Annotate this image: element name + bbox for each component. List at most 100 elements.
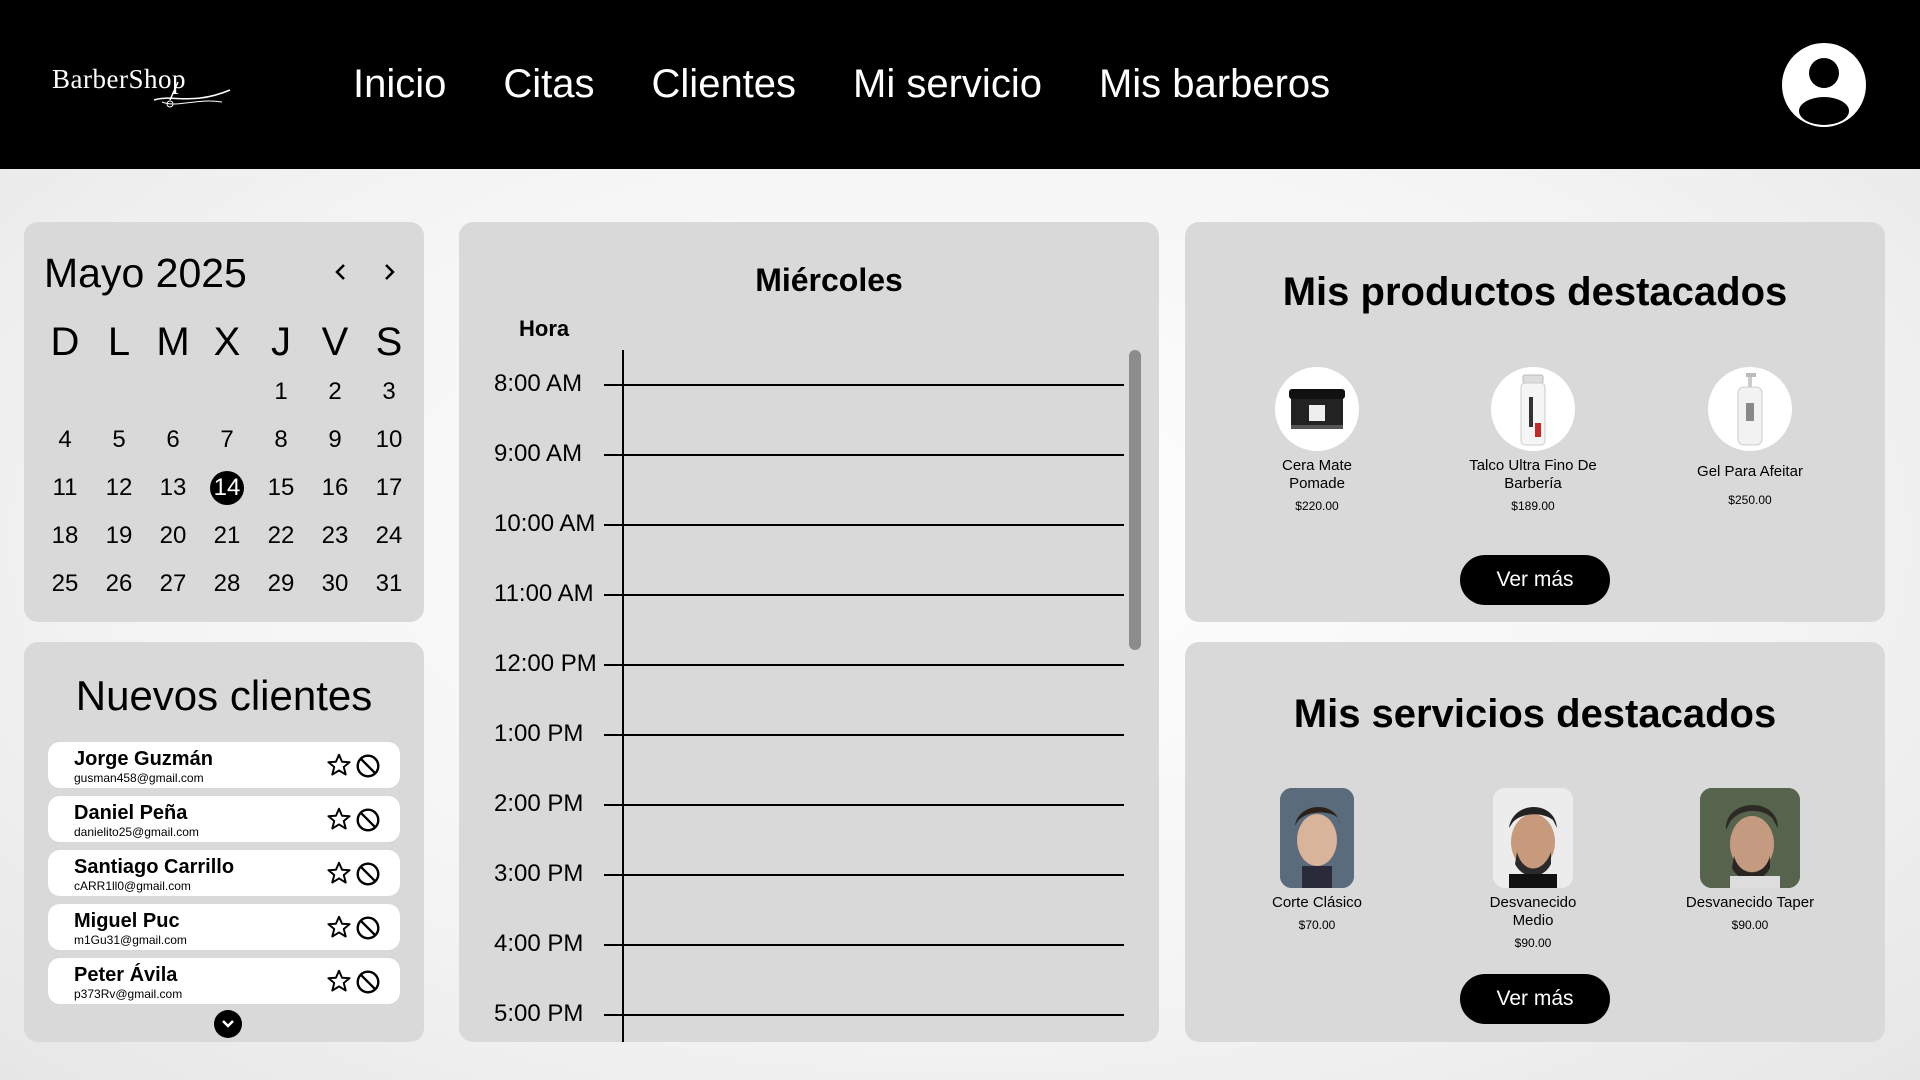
calendar-days: 1 2 3 4 5 6 7 8 9 10 11 12 13 14 15 16 17 18 19 20 21 22 23 24 2… <box>38 368 416 608</box>
calendar-day[interactable]: 29 <box>254 560 308 608</box>
client-row[interactable]: Daniel Peña danielito25@gmail.com <box>48 796 400 842</box>
nav-mi-servicio[interactable]: Mi servicio <box>853 62 1042 106</box>
nav-inicio[interactable]: Inicio <box>353 62 446 106</box>
nav-clientes[interactable]: Clientes <box>652 62 797 106</box>
star-icon[interactable] <box>326 752 352 778</box>
time-slot-row[interactable] <box>604 664 1124 666</box>
featured-services-panel: Mis servicios destacados Corte Clásico $… <box>1185 642 1885 1042</box>
calendar-day[interactable]: 5 <box>92 416 146 464</box>
client-email: danielito25@gmail.com <box>74 825 199 839</box>
calendar-day[interactable]: 1 <box>254 368 308 416</box>
calendar-prev-button[interactable] <box>326 252 356 292</box>
time-slot-row[interactable] <box>604 804 1124 806</box>
time-slot-row[interactable] <box>604 524 1124 526</box>
service-price: $90.00 <box>1731 918 1769 932</box>
time-slot-row[interactable] <box>604 944 1124 946</box>
calendar-day[interactable]: 31 <box>362 560 416 608</box>
haircut-photo-icon <box>1493 788 1573 888</box>
top-navigation-bar: BarberShop Inicio Citas Clientes Mi serv… <box>0 0 1920 169</box>
calendar-next-button[interactable] <box>374 252 404 292</box>
calendar-day[interactable]: 20 <box>146 512 200 560</box>
calendar-day[interactable]: 8 <box>254 416 308 464</box>
time-slot-row[interactable] <box>604 594 1124 596</box>
calendar-day[interactable]: 7 <box>200 416 254 464</box>
time-slot-label: 4:00 PM <box>494 930 584 957</box>
calendar-day[interactable]: 15 <box>254 464 308 512</box>
service-card[interactable]: Desvanecido Taper $90.00 <box>1685 788 1815 932</box>
calendar-week-row: 25 26 27 28 29 30 31 <box>38 560 416 608</box>
client-name: Jorge Guzmán <box>74 748 213 770</box>
client-email: p373Rv@gmail.com <box>74 987 183 1001</box>
time-slot-label: 11:00 AM <box>494 580 594 607</box>
haircut-photo-icon <box>1700 788 1800 888</box>
product-card[interactable]: Gel Para Afeitar $250.00 <box>1685 367 1815 507</box>
calendar-day[interactable]: 6 <box>146 416 200 464</box>
nav-mis-barberos[interactable]: Mis barberos <box>1099 62 1330 106</box>
calendar-day-empty <box>92 368 146 416</box>
schedule-hour-header: Hora <box>519 316 570 341</box>
calendar-day[interactable]: 22 <box>254 512 308 560</box>
calendar-day[interactable]: 16 <box>308 464 362 512</box>
schedule-panel: Miércoles Hora 8:00 AM 9:00 AM 10:00 AM 11:… <box>459 222 1159 1042</box>
star-icon[interactable] <box>326 914 352 940</box>
products-more-button[interactable]: Ver más <box>1460 555 1610 605</box>
calendar-day[interactable]: 9 <box>308 416 362 464</box>
time-slot-row[interactable] <box>604 874 1124 876</box>
calendar-day[interactable]: 23 <box>308 512 362 560</box>
calendar-day[interactable]: 26 <box>92 560 146 608</box>
calendar-day[interactable]: 27 <box>146 560 200 608</box>
product-price: $189.00 <box>1511 499 1555 513</box>
star-icon[interactable] <box>326 968 352 994</box>
star-icon[interactable] <box>326 806 352 832</box>
time-slot-row[interactable] <box>604 454 1124 456</box>
calendar-day[interactable]: 19 <box>92 512 146 560</box>
calendar-day[interactable]: 25 <box>38 560 92 608</box>
calendar-day[interactable]: 21 <box>200 512 254 560</box>
client-row[interactable]: Miguel Puc m1Gu31@gmail.com <box>48 904 400 950</box>
calendar-day[interactable]: 11 <box>38 464 92 512</box>
star-icon[interactable] <box>326 860 352 886</box>
block-icon[interactable] <box>355 969 381 995</box>
barbershop-logo[interactable]: BarberShop <box>52 62 231 112</box>
service-card[interactable]: Corte Clásico $70.00 <box>1252 788 1382 932</box>
client-row[interactable]: Peter Ávila p373Rv@gmail.com <box>48 958 400 1004</box>
client-name: Peter Ávila <box>74 964 178 986</box>
calendar-day-selected[interactable]: 14 <box>200 464 254 512</box>
service-card[interactable]: Desvanecido Medio $90.00 <box>1468 788 1598 950</box>
user-avatar[interactable] <box>1782 43 1866 127</box>
client-row[interactable]: Jorge Guzmán gusman458@gmail.com <box>48 742 400 788</box>
client-name: Santiago Carrillo <box>74 856 235 878</box>
calendar-day[interactable]: 13 <box>146 464 200 512</box>
calendar-week-row: 18 19 20 21 22 23 24 <box>38 512 416 560</box>
product-card[interactable]: Talco Ultra Fino De Barbería $189.00 <box>1468 367 1598 513</box>
calendar-day[interactable]: 12 <box>92 464 146 512</box>
time-slot-label: 10:00 AM <box>494 510 596 537</box>
calendar-day[interactable]: 10 <box>362 416 416 464</box>
calendar-day[interactable]: 24 <box>362 512 416 560</box>
calendar-day[interactable]: 30 <box>308 560 362 608</box>
time-slot-row[interactable] <box>604 1014 1124 1016</box>
nav-citas[interactable]: Citas <box>503 62 594 106</box>
schedule-scrollbar[interactable] <box>1129 350 1141 650</box>
calendar-day-number: 14 <box>213 474 241 501</box>
calendar-day[interactable]: 28 <box>200 560 254 608</box>
calendar-day[interactable]: 17 <box>362 464 416 512</box>
block-icon[interactable] <box>355 915 381 941</box>
calendar-day[interactable]: 2 <box>308 368 362 416</box>
time-slot-row[interactable] <box>604 384 1124 386</box>
calendar-week-row: 4 5 6 7 8 9 10 <box>38 416 416 464</box>
block-icon[interactable] <box>355 861 381 887</box>
time-slot-row[interactable] <box>604 734 1124 736</box>
client-row[interactable]: Santiago Carrillo cARR1ll0@gmail.com <box>48 850 400 896</box>
weekday-label: M <box>156 320 190 364</box>
calendar-day[interactable]: 3 <box>362 368 416 416</box>
client-name: Daniel Peña <box>74 802 188 824</box>
block-icon[interactable] <box>355 807 381 833</box>
calendar-day[interactable]: 4 <box>38 416 92 464</box>
services-more-button[interactable]: Ver más <box>1460 974 1610 1024</box>
calendar-day[interactable]: 18 <box>38 512 92 560</box>
show-more-clients-button[interactable] <box>214 1010 242 1038</box>
calendar-grid: DLMXJVS 1 2 3 4 5 6 7 8 9 10 11 12 13 14 15 16 17 18 19 20 2… <box>38 316 416 608</box>
block-icon[interactable] <box>355 753 381 779</box>
product-card[interactable]: Cera Mate Pomade $220.00 <box>1252 367 1382 513</box>
